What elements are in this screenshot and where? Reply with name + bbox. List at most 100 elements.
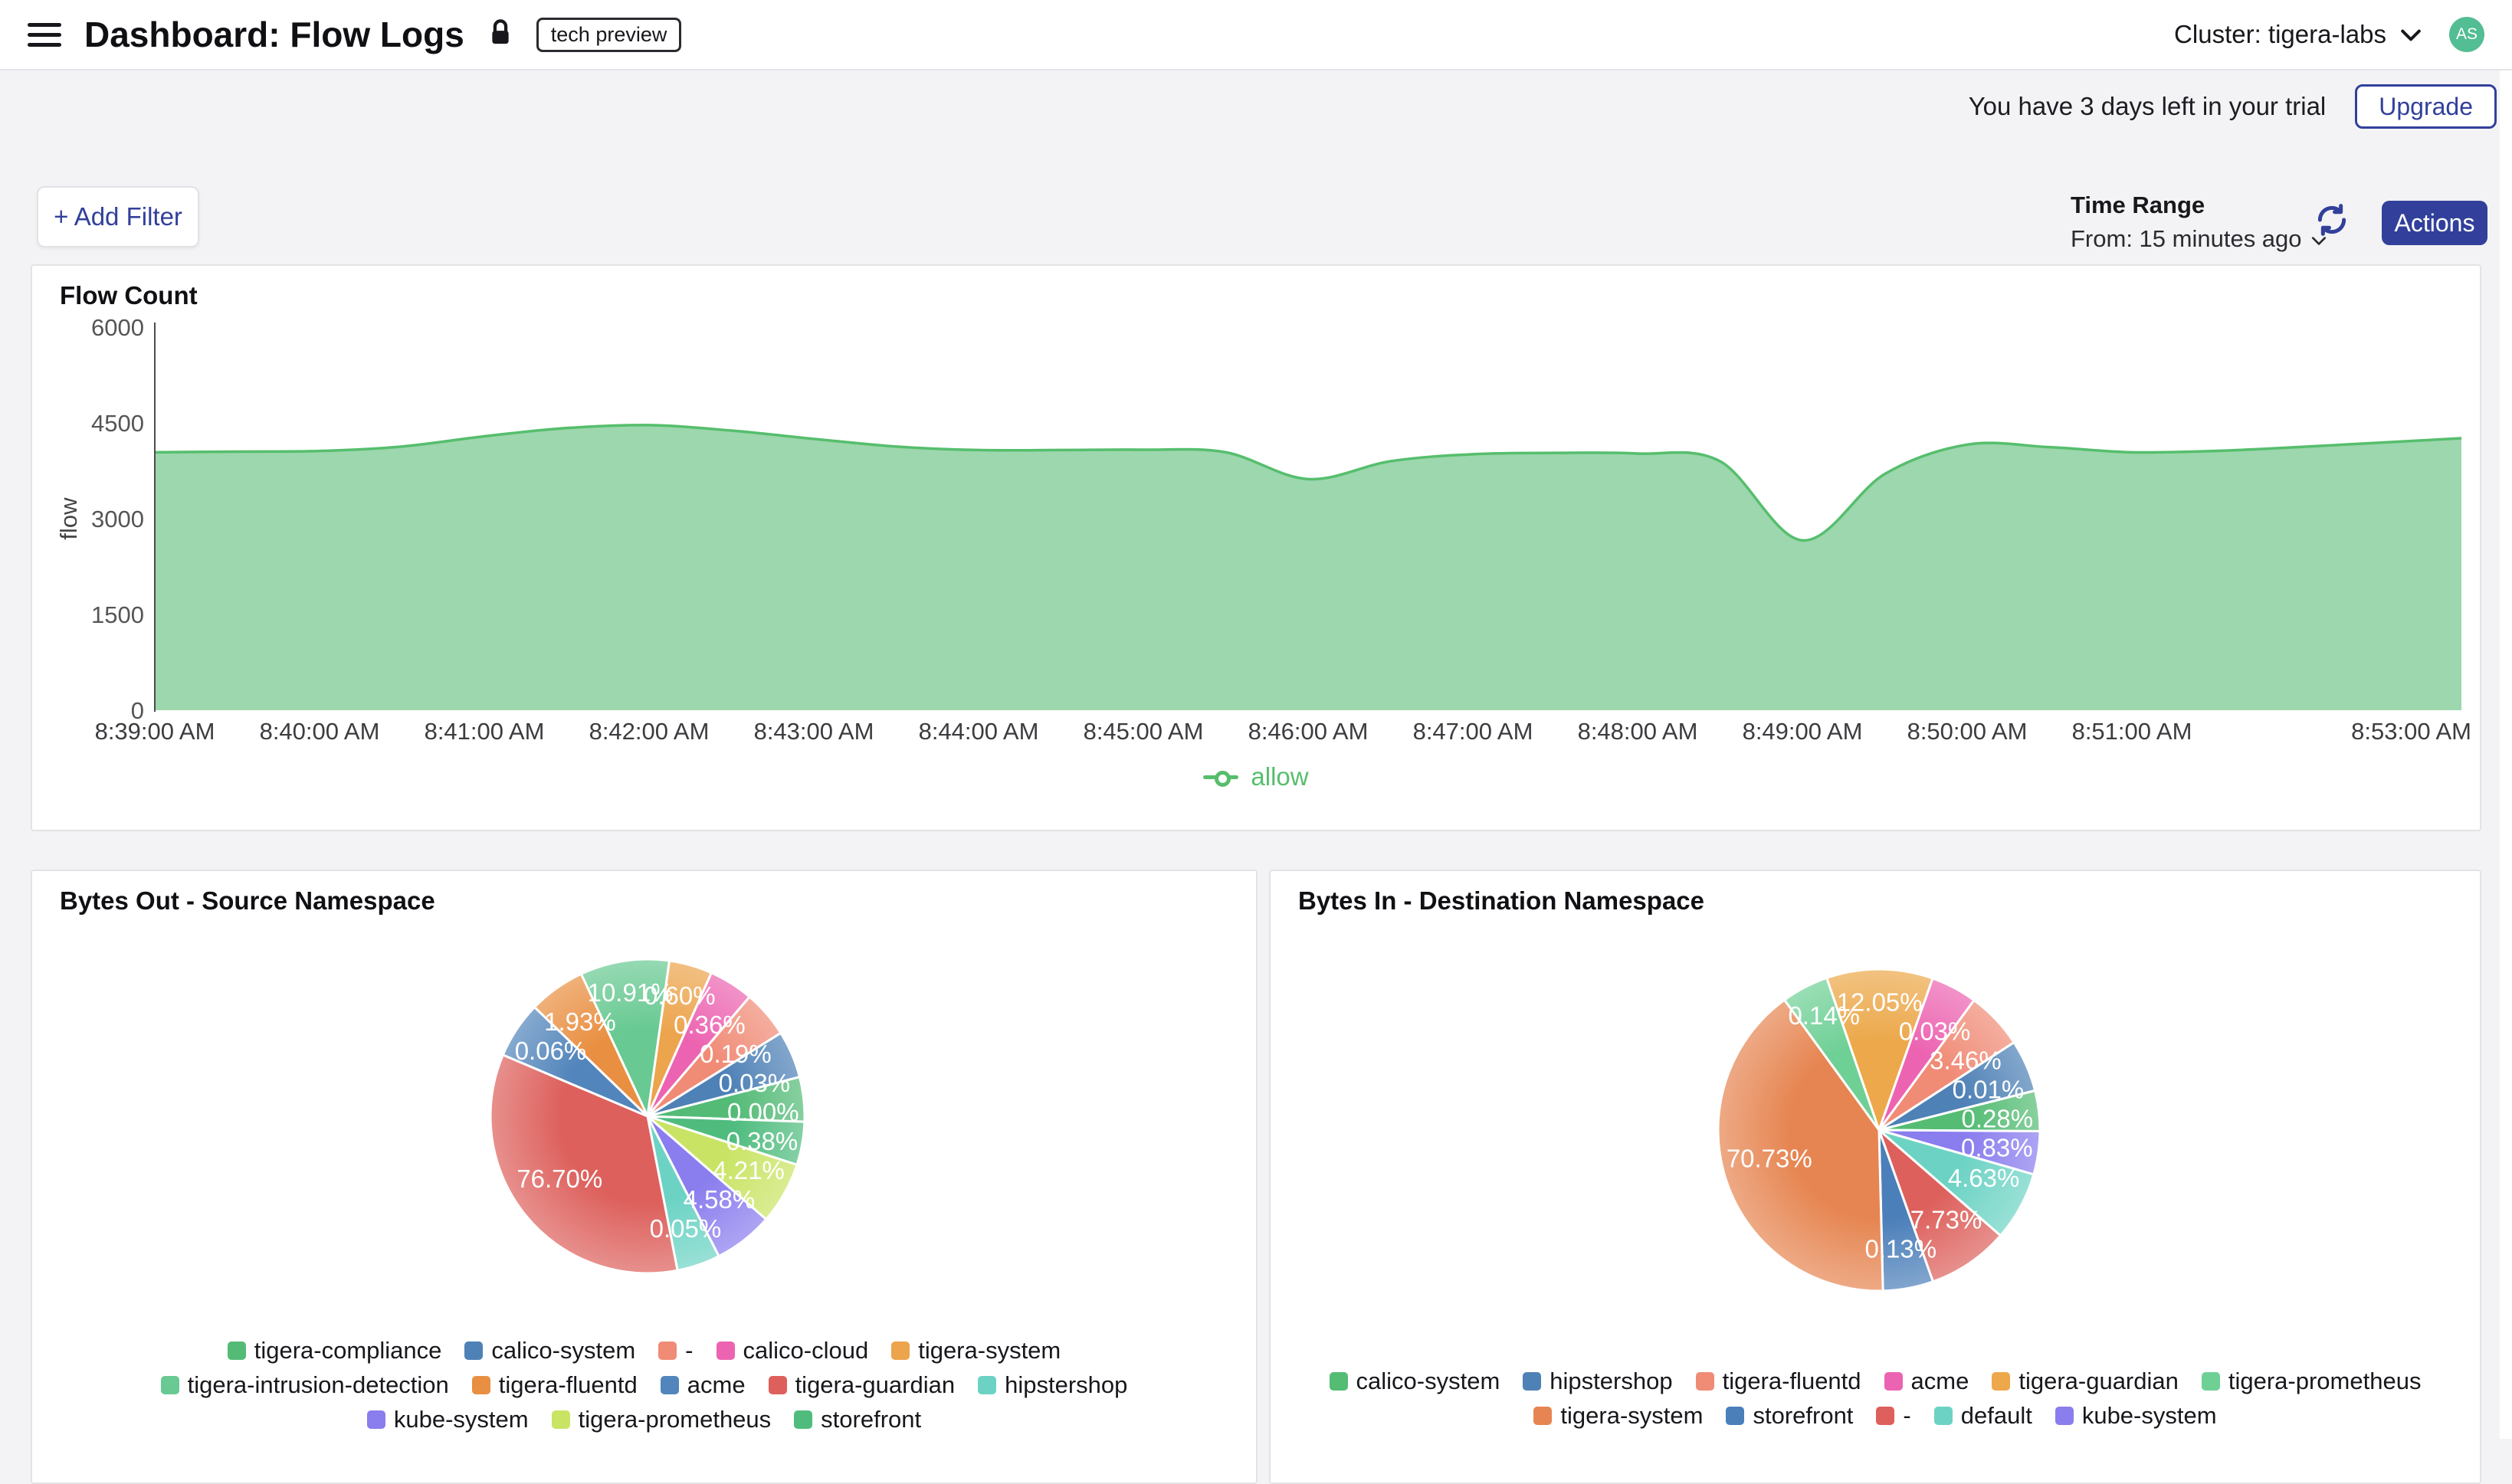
pie-label: 0.38% (726, 1127, 799, 1155)
pie-label: 0.06% (515, 1037, 587, 1065)
legend-swatch-icon (1934, 1407, 1953, 1425)
legend-item-allow[interactable]: allow (1203, 762, 1308, 791)
legend-swatch-icon (1992, 1372, 2010, 1391)
legend-label: kube-system (394, 1406, 529, 1433)
flow-chart-legend: allow (32, 762, 2480, 791)
pie-label: 4.63% (1948, 1164, 2020, 1192)
pie-label: 0.03% (1899, 1017, 1971, 1046)
menu-icon[interactable] (28, 23, 61, 47)
svg-text:8:44:00 AM: 8:44:00 AM (919, 718, 1039, 745)
legend-swatch-icon (794, 1410, 812, 1429)
legend-swatch-icon (1533, 1407, 1552, 1425)
legend-item-acme[interactable]: acme (661, 1371, 746, 1399)
pie-label: 0.13% (1865, 1234, 1937, 1263)
bytes-in-title: Bytes In - Destination Namespace (1298, 886, 1704, 916)
legend-label: tigera-guardian (2018, 1368, 2179, 1395)
legend-swatch-icon (1523, 1372, 1541, 1391)
legend-item-tigera-system[interactable]: tigera-system (891, 1337, 1061, 1364)
legend-item-kube-system[interactable]: kube-system (367, 1406, 529, 1433)
legend-swatch-icon (472, 1376, 490, 1394)
legend-item-default[interactable]: default (1934, 1402, 2032, 1430)
chevron-down-icon (2400, 20, 2422, 49)
avatar[interactable]: AS (2449, 17, 2484, 52)
time-range-selector[interactable]: Time Range From: 15 minutes ago (2071, 192, 2327, 253)
legend-label: acme (1911, 1368, 1969, 1395)
lock-icon (487, 17, 513, 53)
scrollbar-track[interactable] (2500, 70, 2512, 1439)
trial-banner: You have 3 days left in your trial Upgra… (0, 70, 2512, 143)
svg-text:flow: flow (55, 497, 82, 540)
legend-item-storefront[interactable]: storefront (1726, 1402, 1853, 1430)
legend-item-calico-system[interactable]: calico-system (464, 1337, 635, 1364)
legend-item-acme[interactable]: acme (1884, 1368, 1969, 1395)
legend-item-tigera-intrusion-detection[interactable]: tigera-intrusion-detection (161, 1371, 449, 1399)
legend-swatch-icon (464, 1341, 483, 1360)
svg-text:8:39:00 AM: 8:39:00 AM (95, 718, 215, 745)
legend-label: tigera-fluentd (499, 1371, 638, 1399)
legend-swatch-icon (1726, 1407, 1744, 1425)
cluster-label: Cluster: tigera-labs (2174, 20, 2386, 49)
pie-label: 4.58% (684, 1185, 756, 1214)
flow-count-card: Flow Count 01500300045006000flow8:39:00 … (31, 264, 2481, 831)
pie-label: 0.03% (719, 1069, 791, 1097)
pie-label: 7.73% (1910, 1205, 1982, 1233)
legend-item-tigera-prometheus[interactable]: tigera-prometheus (2202, 1368, 2422, 1395)
legend-label: calico-system (1356, 1368, 1500, 1395)
app-header: Dashboard: Flow Logs tech preview Cluste… (0, 0, 2512, 70)
legend-label: allow (1251, 762, 1308, 791)
legend-label: tigera-fluentd (1723, 1368, 1861, 1395)
add-filter-button[interactable]: + Add Filter (37, 186, 199, 247)
bytes-in-legend: calico-system hipstershop tigera-fluentd ac… (1271, 1368, 2480, 1430)
legend-item-tigera-fluentd[interactable]: tigera-fluentd (472, 1371, 638, 1399)
legend-item-tigera-guardian[interactable]: tigera-guardian (769, 1371, 956, 1399)
time-range-title: Time Range (2071, 192, 2327, 219)
legend-label: tigera-guardian (795, 1371, 956, 1399)
legend-item-hipstershop[interactable]: hipstershop (978, 1371, 1127, 1399)
area-series (155, 425, 2461, 710)
svg-text:8:47:00 AM: 8:47:00 AM (1413, 718, 1533, 745)
legend-item--[interactable]: - (658, 1337, 693, 1364)
pie-label: 0.83% (1961, 1134, 2033, 1162)
legend-swatch-icon (1696, 1372, 1714, 1391)
legend-item-tigera-compliance[interactable]: tigera-compliance (228, 1337, 442, 1364)
legend-swatch-icon (228, 1341, 246, 1360)
svg-text:4500: 4500 (91, 410, 144, 437)
bytes-out-pie-chart: 10.91%0.60%0.36%1.93%0.19%0.06%0.03%0.00… (32, 871, 1256, 1331)
legend-item-tigera-guardian[interactable]: tigera-guardian (1992, 1368, 2179, 1395)
pie-label: 4.21% (713, 1156, 785, 1184)
svg-text:8:48:00 AM: 8:48:00 AM (1578, 718, 1698, 745)
tech-preview-badge: tech preview (536, 18, 682, 52)
legend-item-tigera-prometheus[interactable]: tigera-prometheus (552, 1406, 772, 1433)
legend-label: tigera-intrusion-detection (188, 1371, 449, 1399)
svg-text:8:42:00 AM: 8:42:00 AM (589, 718, 710, 745)
legend-item-kube-system[interactable]: kube-system (2055, 1402, 2217, 1430)
svg-text:8:50:00 AM: 8:50:00 AM (1907, 718, 2028, 745)
pie-label: 0.28% (1961, 1105, 2033, 1133)
svg-text:1500: 1500 (91, 601, 144, 628)
legend-label: tigera-prometheus (2228, 1368, 2422, 1395)
line-marker-icon (1203, 775, 1238, 779)
legend-label: tigera-system (918, 1337, 1061, 1364)
svg-text:8:49:00 AM: 8:49:00 AM (1743, 718, 1863, 745)
pie-label: 76.70% (517, 1165, 602, 1193)
legend-item-tigera-fluentd[interactable]: tigera-fluentd (1696, 1368, 1861, 1395)
legend-item-storefront[interactable]: storefront (794, 1406, 921, 1433)
legend-label: calico-cloud (743, 1337, 869, 1364)
cluster-selector[interactable]: Cluster: tigera-labs (2174, 20, 2422, 49)
refresh-button[interactable] (2313, 201, 2351, 239)
svg-text:8:51:00 AM: 8:51:00 AM (2072, 718, 2192, 745)
legend-swatch-icon (658, 1341, 677, 1360)
legend-item--[interactable]: - (1876, 1402, 1910, 1430)
flow-count-chart: 01500300045006000flow8:39:00 AM8:40:00 A… (32, 266, 2480, 833)
legend-label: hipstershop (1550, 1368, 1672, 1395)
legend-label: tigera-compliance (254, 1337, 442, 1364)
legend-item-calico-system[interactable]: calico-system (1330, 1368, 1500, 1395)
legend-item-calico-cloud[interactable]: calico-cloud (717, 1337, 869, 1364)
pie-label: 0.60% (644, 981, 716, 1010)
legend-item-tigera-system[interactable]: tigera-system (1533, 1402, 1703, 1430)
upgrade-button[interactable]: Upgrade (2355, 84, 2497, 129)
legend-item-hipstershop[interactable]: hipstershop (1523, 1368, 1672, 1395)
actions-button[interactable]: Actions (2382, 201, 2487, 245)
legend-label: hipstershop (1005, 1371, 1127, 1399)
pie-label: 0.19% (700, 1040, 772, 1068)
